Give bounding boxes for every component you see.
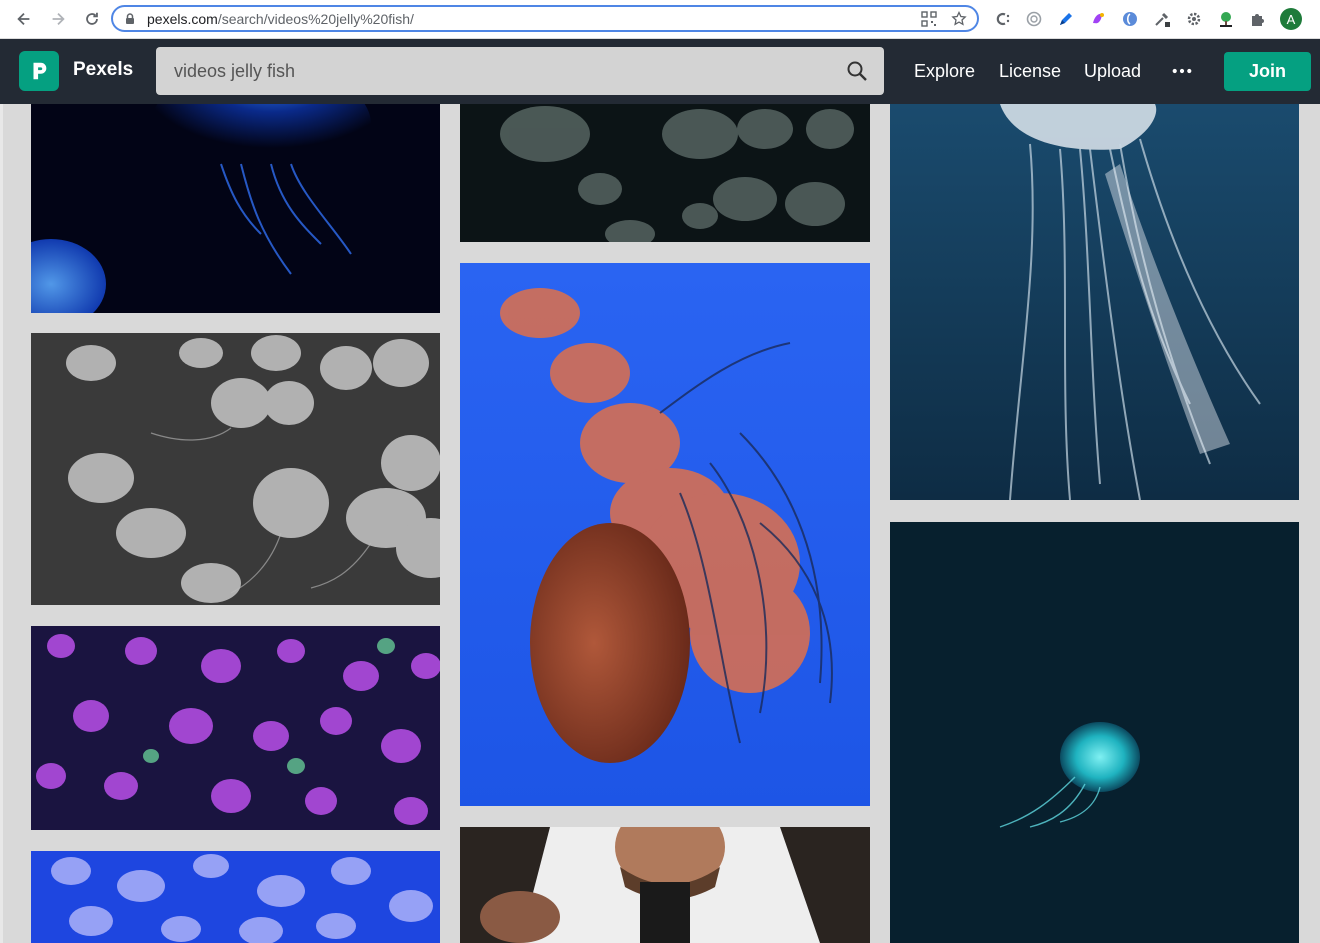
nav-explore[interactable]: Explore <box>914 61 975 82</box>
video-thumbnail-purple-jellyfish-swarm[interactable] <box>31 626 440 830</box>
more-dots-icon <box>1172 68 1192 74</box>
page-edge <box>0 104 3 943</box>
extension-c-icon[interactable] <box>992 9 1012 29</box>
url-path: /search/videos%20jelly%20fish/ <box>217 10 414 27</box>
lock-icon <box>126 12 134 24</box>
join-button[interactable]: Join <box>1224 52 1311 91</box>
back-button[interactable] <box>8 3 40 35</box>
video-thumbnail-monochrome-jellyfish[interactable] <box>31 333 440 605</box>
more-menu-button[interactable] <box>1171 61 1193 81</box>
address-bar[interactable]: pexels.com/search/videos%20jelly%20fish/ <box>111 5 979 32</box>
extensions-puzzle-icon[interactable] <box>1248 9 1268 29</box>
back-arrow-icon <box>17 12 30 26</box>
nav-license[interactable]: License <box>999 61 1061 82</box>
search-input[interactable]: videos jelly fish <box>174 61 846 82</box>
brand-name[interactable]: Pexels <box>73 59 133 81</box>
nav-upload[interactable]: Upload <box>1084 61 1141 82</box>
video-thumbnail-white-jellyfish-tentacles[interactable] <box>890 104 1299 500</box>
url-host: pexels.com <box>147 10 218 27</box>
pexels-logo-icon <box>33 62 47 80</box>
forward-arrow-icon <box>52 12 65 26</box>
extension-tree-icon[interactable] <box>1216 9 1236 29</box>
extension-blue-icon[interactable] <box>1120 9 1140 29</box>
extensions-bar: A <box>992 6 1302 32</box>
profile-avatar[interactable]: A <box>1280 8 1302 30</box>
search-icon[interactable] <box>846 60 868 82</box>
browser-toolbar: pexels.com/search/videos%20jelly%20fish/ <box>0 0 1320 39</box>
extension-dropper-icon[interactable] <box>1152 9 1172 29</box>
reload-button[interactable] <box>76 3 108 35</box>
extension-purple-icon[interactable] <box>1088 9 1108 29</box>
video-thumbnail-man-with-camera[interactable] <box>460 827 870 943</box>
settings-gear-icon[interactable] <box>1184 9 1204 29</box>
bookmark-star-icon[interactable] <box>951 10 967 27</box>
video-thumbnail-glowing-jellyfish-deep[interactable] <box>890 522 1299 943</box>
url-text: pexels.com/search/videos%20jelly%20fish/ <box>147 11 921 27</box>
search-bar[interactable]: videos jelly fish <box>156 47 884 95</box>
qr-code-icon[interactable] <box>921 10 937 27</box>
video-thumbnail-sea-nettle-blue[interactable] <box>460 263 870 806</box>
forward-button[interactable] <box>42 3 74 35</box>
extension-circle-icon[interactable] <box>1024 9 1044 29</box>
video-thumbnail-moon-jellyfish-dark[interactable] <box>460 104 870 242</box>
reload-icon <box>86 12 98 25</box>
pexels-logo[interactable] <box>19 51 59 91</box>
extension-pen-icon[interactable] <box>1056 9 1076 29</box>
video-thumbnail-blue-jellyfish-swarm[interactable] <box>31 851 440 943</box>
video-thumbnail-blue-glowing-jellyfish[interactable] <box>31 104 440 313</box>
site-header: Pexels videos jelly fish Explore License… <box>0 39 1320 104</box>
